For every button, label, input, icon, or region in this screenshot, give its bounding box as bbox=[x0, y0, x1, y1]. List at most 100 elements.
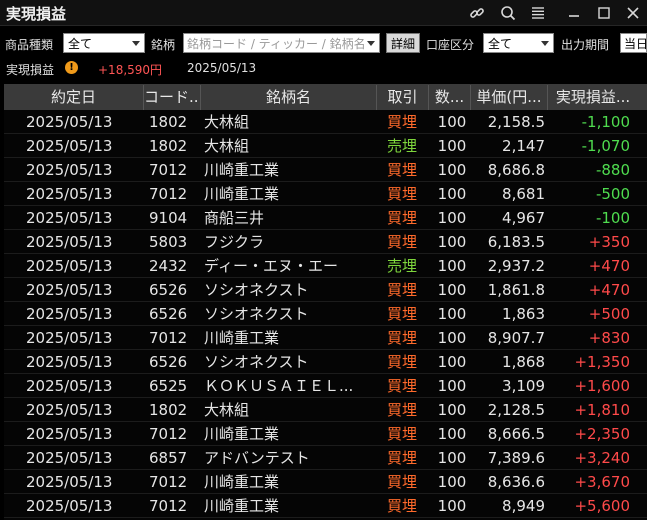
cell-side: 売埋 bbox=[387, 257, 418, 275]
account-type-label: 口座区分 bbox=[426, 38, 475, 52]
cell-side: 買埋 bbox=[387, 401, 418, 419]
cell-price: 2,158.5 bbox=[487, 113, 545, 131]
cell-code: 1802 bbox=[149, 137, 188, 155]
output-period-select[interactable]: 当日 bbox=[620, 33, 647, 53]
cell-price: 8,666.5 bbox=[487, 425, 545, 443]
column-header-realized-pl[interactable]: 実現損益... bbox=[548, 85, 638, 110]
cell-name: 川崎重工業 bbox=[204, 329, 280, 347]
table-row[interactable]: 2025/05/13 7012 川崎重工業 買埋 100 8,949 +5,600 bbox=[4, 494, 647, 518]
cell-name: 大林組 bbox=[204, 137, 250, 155]
column-header-qty[interactable]: 数... bbox=[429, 85, 471, 110]
cell-date: 2025/05/13 bbox=[26, 305, 113, 323]
cell-realized-pl: +5,600 bbox=[574, 497, 630, 515]
account-type-value: 全て bbox=[488, 37, 513, 51]
cell-realized-pl: +2,350 bbox=[574, 425, 630, 443]
menu-icon[interactable] bbox=[527, 2, 549, 24]
cell-name: 川崎重工業 bbox=[204, 473, 280, 491]
cell-code: 7012 bbox=[149, 161, 188, 179]
cell-qty: 100 bbox=[437, 497, 467, 515]
column-header-code[interactable]: コード... bbox=[144, 85, 201, 110]
cell-side: 買埋 bbox=[387, 161, 418, 179]
cell-price: 8,686.8 bbox=[487, 161, 545, 179]
cell-date: 2025/05/13 bbox=[26, 425, 113, 443]
cell-side: 買埋 bbox=[387, 497, 418, 515]
cell-code: 1802 bbox=[149, 113, 188, 131]
table-row[interactable]: 2025/05/13 7012 川崎重工業 買埋 100 8,907.7 +830 bbox=[4, 326, 647, 350]
cell-price: 8,949 bbox=[502, 497, 545, 515]
cell-price: 2,147 bbox=[502, 137, 545, 155]
product-type-select[interactable]: 全て bbox=[63, 33, 145, 53]
cell-side: 買埋 bbox=[387, 305, 418, 323]
cell-price: 3,109 bbox=[502, 377, 545, 395]
table-row[interactable]: 2025/05/13 6526 ソシオネクスト 買埋 100 1,863 +500 bbox=[4, 302, 647, 326]
table-row[interactable]: 2025/05/13 1802 大林組 売埋 100 2,147 -1,070 bbox=[4, 134, 647, 158]
cell-qty: 100 bbox=[437, 329, 467, 347]
search-icon[interactable] bbox=[497, 2, 519, 24]
cell-price: 2,937.2 bbox=[487, 257, 545, 275]
cell-date: 2025/05/13 bbox=[26, 329, 113, 347]
output-period-value: 当日 bbox=[624, 37, 647, 51]
cell-name: ソシオネクスト bbox=[204, 281, 309, 299]
cell-name: ソシオネクスト bbox=[204, 353, 309, 371]
warning-icon[interactable]: ! bbox=[65, 61, 78, 74]
cell-qty: 100 bbox=[437, 185, 467, 203]
cell-date: 2025/05/13 bbox=[26, 257, 113, 275]
cell-realized-pl: -100 bbox=[595, 209, 630, 227]
column-header-price[interactable]: 単価(円... bbox=[471, 85, 548, 110]
table-row[interactable]: 2025/05/13 7012 川崎重工業 買埋 100 8,666.5 +2,350 bbox=[4, 422, 647, 446]
table-row[interactable]: 2025/05/13 2432 ディー・エヌ・エー 売埋 100 2,937.2 +470 bbox=[4, 254, 647, 278]
cell-realized-pl: -1,100 bbox=[581, 113, 630, 131]
cell-code: 6526 bbox=[149, 281, 188, 299]
cell-date: 2025/05/13 bbox=[26, 161, 113, 179]
table-row[interactable]: 2025/05/13 7012 川崎重工業 買埋 100 8,681 -500 bbox=[4, 182, 647, 206]
symbol-search-input[interactable]: 銘柄コード / ティッカー / 銘柄名 bbox=[183, 33, 380, 53]
cell-side: 買埋 bbox=[387, 233, 418, 251]
detail-button[interactable]: 詳細 bbox=[386, 33, 420, 53]
table-row[interactable]: 2025/05/13 6526 ソシオネクスト 買埋 100 1,861.8 +470 bbox=[4, 278, 647, 302]
table-row[interactable]: 2025/05/13 1802 大林組 買埋 100 2,158.5 -1,100 bbox=[4, 110, 647, 134]
chevron-down-icon bbox=[367, 41, 375, 46]
column-header-side[interactable]: 取引 bbox=[377, 85, 429, 110]
cell-qty: 100 bbox=[437, 305, 467, 323]
table-row[interactable]: 2025/05/13 5803 フジクラ 買埋 100 6,183.5 +350 bbox=[4, 230, 647, 254]
symbol-label: 銘柄 bbox=[151, 38, 176, 52]
cell-date: 2025/05/13 bbox=[26, 233, 113, 251]
cell-price: 1,863 bbox=[502, 305, 545, 323]
close-icon[interactable] bbox=[622, 2, 644, 24]
window-title: 実現損益 bbox=[6, 5, 67, 23]
cell-price: 8,907.7 bbox=[487, 329, 545, 347]
cell-side: 買埋 bbox=[387, 425, 418, 443]
cell-date: 2025/05/13 bbox=[26, 377, 113, 395]
cell-realized-pl: -1,070 bbox=[581, 137, 630, 155]
cell-date: 2025/05/13 bbox=[26, 401, 113, 419]
cell-code: 5803 bbox=[149, 233, 188, 251]
product-type-value: 全て bbox=[68, 37, 93, 51]
table-row[interactable]: 2025/05/13 6526 ソシオネクスト 買埋 100 1,868 +1,350 bbox=[4, 350, 647, 374]
column-header-name[interactable]: 銘柄名 bbox=[201, 85, 377, 110]
minimize-icon[interactable] bbox=[563, 2, 585, 24]
cell-qty: 100 bbox=[437, 281, 467, 299]
link-icon[interactable] bbox=[466, 2, 488, 24]
maximize-icon[interactable] bbox=[593, 2, 615, 24]
cell-code: 6526 bbox=[149, 353, 188, 371]
cell-name: 大林組 bbox=[204, 113, 250, 131]
account-type-select[interactable]: 全て bbox=[483, 33, 554, 53]
cell-code: 7012 bbox=[149, 425, 188, 443]
cell-code: 6857 bbox=[149, 449, 188, 467]
table-row[interactable]: 2025/05/13 6525 ＫＯＫＵＳＡＩＥＬ... 買埋 100 3,109 +1,6… bbox=[4, 374, 647, 398]
column-header-date[interactable]: 約定日 bbox=[4, 85, 144, 110]
cell-date: 2025/05/13 bbox=[26, 449, 113, 467]
table-row[interactable]: 2025/05/13 6857 アドバンテスト 買埋 100 7,389.6 +3,240 bbox=[4, 446, 647, 470]
cell-side: 買埋 bbox=[387, 281, 418, 299]
title-bar: 実現損益 bbox=[0, 0, 647, 26]
filter-bar: 商品種類 全て 銘柄 銘柄コード / ティッカー / 銘柄名 詳細 口座区分 全… bbox=[0, 31, 647, 55]
table-row[interactable]: 2025/05/13 9104 商船三井 買埋 100 4,967 -100 bbox=[4, 206, 647, 230]
cell-name: フジクラ bbox=[204, 233, 265, 251]
cell-realized-pl: +470 bbox=[588, 257, 630, 275]
cell-code: 7012 bbox=[149, 329, 188, 347]
table-row[interactable]: 2025/05/13 1802 大林組 買埋 100 2,128.5 +1,810 bbox=[4, 398, 647, 422]
cell-date: 2025/05/13 bbox=[26, 473, 113, 491]
cell-price: 8,636.6 bbox=[487, 473, 545, 491]
table-row[interactable]: 2025/05/13 7012 川崎重工業 買埋 100 8,636.6 +3,670 bbox=[4, 470, 647, 494]
table-row[interactable]: 2025/05/13 7012 川崎重工業 買埋 100 8,686.8 -880 bbox=[4, 158, 647, 182]
